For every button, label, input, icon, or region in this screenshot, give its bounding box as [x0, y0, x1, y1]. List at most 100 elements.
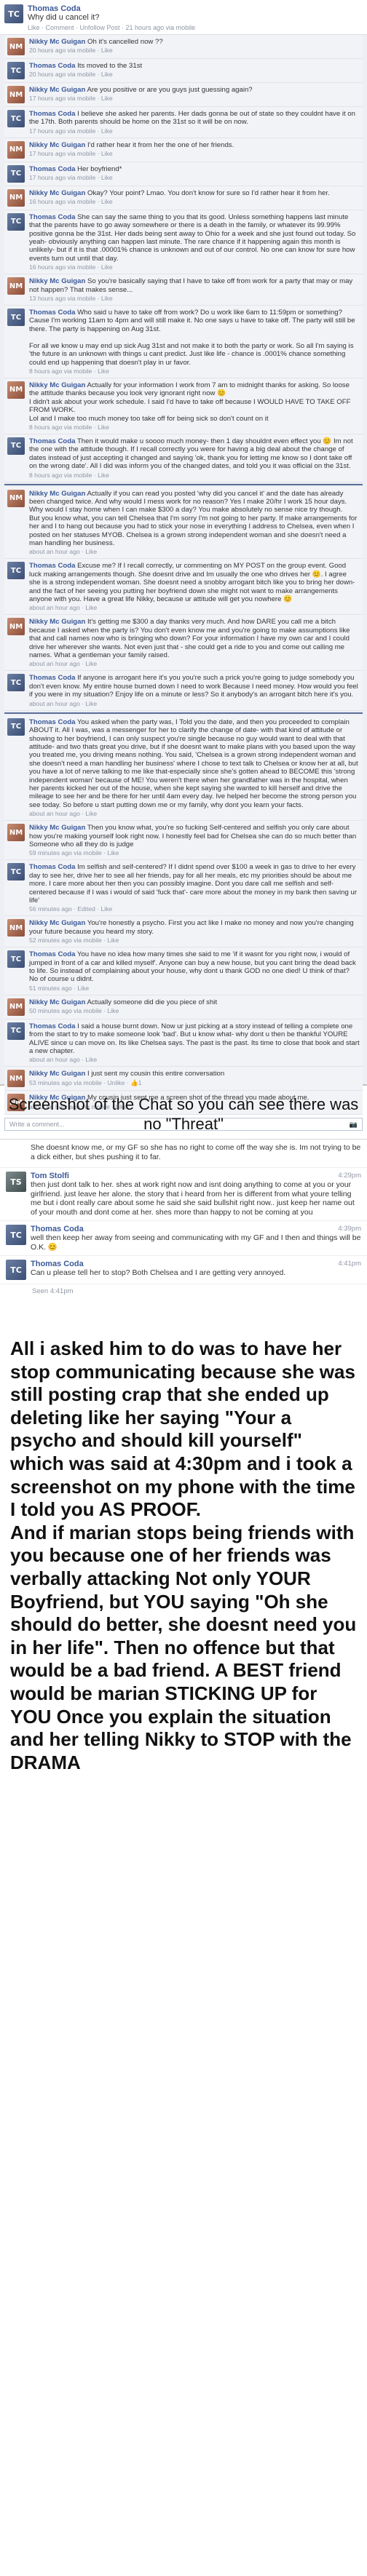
comment-item: TC Thomas Coda Then it would make u soooo…: [4, 434, 363, 482]
comment-item: TC Thomas Coda Its moved to the 31st 20 ho…: [4, 59, 363, 83]
comment-author[interactable]: Nikky Mc Guigan: [29, 38, 85, 46]
caption-chat-screenshot: Screenshot of the Chat so you can see th…: [8, 1095, 359, 1133]
avatar[interactable]: NM: [7, 188, 25, 207]
comment-author[interactable]: Nikky Mc Guigan: [29, 490, 85, 498]
comment-author[interactable]: Nikky Mc Guigan: [29, 618, 85, 626]
comment-body: Then it would make u soooo much money- t…: [29, 437, 353, 471]
comment-body: She can say the same thing to you that i…: [29, 212, 356, 263]
comment-text: Nikky Mc Guigan You're honestly a psycho…: [29, 919, 360, 936]
comment-text: Nikky Mc Guigan So you're basically sayi…: [29, 277, 360, 294]
comment-item: TC Thomas Coda I believe she asked her pa…: [4, 107, 363, 138]
comment-author[interactable]: Nikky Mc Guigan: [29, 189, 85, 197]
avatar[interactable]: NM: [7, 1070, 25, 1088]
comment-author[interactable]: Thomas Coda: [29, 165, 75, 173]
comment-author[interactable]: Thomas Coda: [29, 562, 75, 570]
comment-meta: 16 hours ago via mobile · Like: [29, 198, 113, 206]
avatar[interactable]: TC: [7, 717, 25, 736]
avatar[interactable]: NM: [7, 618, 25, 636]
comment-author[interactable]: Nikky Mc Guigan: [29, 1070, 85, 1078]
comment-meta: 16 hours ago via mobile · Like: [29, 263, 113, 271]
avatar[interactable]: TC: [7, 1022, 25, 1040]
avatar[interactable]: TC: [7, 212, 25, 231]
avatar[interactable]: NM: [7, 38, 25, 55]
avatar[interactable]: TC: [4, 4, 23, 23]
comment-author[interactable]: Nikky Mc Guigan: [29, 141, 85, 149]
comment-text: Nikky Mc Guigan I'd rather hear it from …: [29, 141, 360, 149]
avatar[interactable]: NM: [7, 998, 25, 1016]
comment-author[interactable]: Thomas Coda: [29, 213, 75, 221]
comment-meta: 17 hours ago via mobile · Like: [29, 95, 113, 103]
comment-author[interactable]: Thomas Coda: [29, 1022, 75, 1030]
avatar[interactable]: TC: [7, 562, 25, 580]
comment-item: TC Thomas Coda Her boyfriend* 17 hours ago…: [4, 162, 363, 186]
comment-item: NM Nikky Mc Guigan Actually someone did d…: [4, 995, 363, 1019]
comment-meta: about an hour ago · Like: [29, 1056, 98, 1064]
avatar[interactable]: NM: [7, 824, 25, 842]
comment-item: TC Thomas Coda I said a house burnt down.…: [4, 1019, 363, 1068]
comment-body: Actually someone did die you piece of sh…: [87, 998, 218, 1006]
avatar[interactable]: NM: [7, 489, 25, 507]
comment-author[interactable]: Nikky Mc Guigan: [29, 381, 85, 389]
comment-meta: 8 hours ago via mobile · Like: [29, 367, 109, 375]
original-post: TC Thomas Coda Why did u cancel it? Like…: [0, 0, 367, 35]
comment-meta: about an hour ago · Like: [29, 604, 98, 612]
comment-author[interactable]: Nikky Mc Guigan: [29, 86, 85, 94]
comment-meta: 50 minutes ago via mobile · Like: [29, 1007, 119, 1015]
comment-author[interactable]: Thomas Coda: [29, 437, 75, 445]
chat-timestamp: 4:41pm: [338, 1260, 361, 1268]
chat-message-list: She doesnt know me, or my GF so she has …: [0, 1140, 367, 1284]
comment-text: Thomas Coda She can say the same thing t…: [29, 213, 360, 263]
comment-author[interactable]: Nikky Mc Guigan: [29, 824, 85, 832]
comment-author[interactable]: Thomas Coda: [29, 863, 75, 871]
chat-author[interactable]: Thomas Coda: [31, 1260, 84, 1268]
avatar[interactable]: TC: [7, 437, 25, 455]
avatar[interactable]: TC: [7, 110, 25, 127]
chat-author[interactable]: Thomas Coda: [31, 1225, 84, 1233]
avatar[interactable]: NM: [7, 86, 25, 103]
comment-meta: 17 hours ago via mobile · Like: [29, 127, 113, 135]
comment-author[interactable]: Nikky Mc Guigan: [29, 998, 85, 1006]
comment-text: Nikky Mc Guigan Are you positive or are …: [29, 86, 360, 94]
avatar[interactable]: TC: [7, 950, 25, 969]
avatar[interactable]: TC: [7, 309, 25, 327]
comment-body: I said a house burnt down. Now ur just p…: [29, 1022, 360, 1056]
chat-text: She doesnt know me, or my GF so she has …: [31, 1143, 361, 1161]
avatar[interactable]: NM: [7, 381, 25, 399]
post-author[interactable]: Thomas Coda: [28, 4, 363, 13]
comment-author[interactable]: Nikky Mc Guigan: [29, 919, 85, 927]
caption-explanation: All i asked him to do was to have her st…: [10, 1337, 357, 1773]
chat-header: Thomas Coda 4:39pm: [31, 1225, 361, 1233]
comment-author[interactable]: Thomas Coda: [29, 718, 75, 726]
comment-meta: 17 hours ago via mobile · Like: [29, 174, 113, 182]
avatar[interactable]: TC: [7, 62, 25, 79]
chat-message: TC Thomas Coda 4:41pm Can u please tell her…: [0, 1256, 367, 1284]
comment-meta: 20 hours ago via mobile · Like: [29, 47, 113, 55]
comment-meta: about an hour ago · Like: [29, 548, 98, 556]
comment-author[interactable]: Thomas Coda: [29, 62, 75, 70]
comment-author[interactable]: Thomas Coda: [29, 950, 75, 958]
comment-text: Thomas Coda Its moved to the 31st: [29, 62, 360, 70]
avatar[interactable]: NM: [7, 919, 25, 937]
comment-body: You have no idea how many times she said…: [29, 950, 356, 984]
avatar[interactable]: NM: [7, 140, 25, 159]
comment-body: Okay? Your point? Lmao. You don't know f…: [87, 188, 330, 197]
comment-body: I'd rather hear it from her the one of h…: [87, 140, 234, 149]
comment-item: NM Nikky Mc Guigan So you're basically sa…: [4, 274, 363, 306]
avatar[interactable]: TC: [7, 164, 25, 183]
chat-header: Thomas Coda 4:41pm: [31, 1260, 361, 1268]
comment-body: I believe she asked her parents. Her dad…: [29, 110, 355, 127]
avatar[interactable]: TC: [7, 863, 25, 881]
comment-author[interactable]: Thomas Coda: [29, 674, 75, 682]
avatar[interactable]: TC: [6, 1225, 26, 1245]
comment-author[interactable]: Nikky Mc Guigan: [29, 277, 85, 285]
avatar[interactable]: TC: [7, 674, 25, 692]
comment-author[interactable]: Thomas Coda: [29, 110, 75, 118]
avatar[interactable]: TC: [6, 1260, 26, 1280]
avatar[interactable]: TS: [6, 1172, 26, 1192]
chat-message: She doesnt know me, or my GF so she has …: [0, 1140, 367, 1168]
avatar[interactable]: NM: [7, 277, 25, 295]
comment-body: Who said u have to take off from work? D…: [29, 309, 355, 367]
chat-author[interactable]: Tom Stolfi: [31, 1172, 69, 1180]
comment-body: Its moved to the 31st: [77, 62, 143, 70]
comment-author[interactable]: Thomas Coda: [29, 309, 75, 317]
